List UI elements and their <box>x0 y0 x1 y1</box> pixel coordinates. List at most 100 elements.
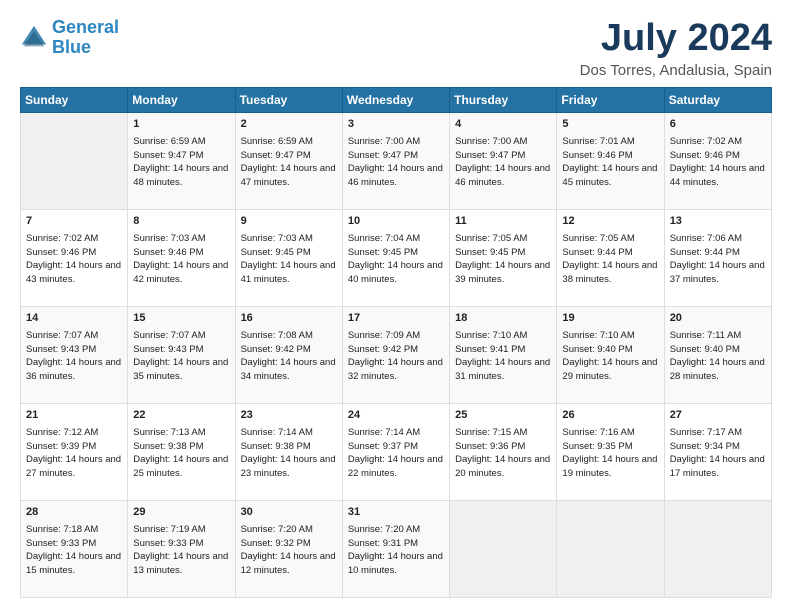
calendar-cell: 11Sunrise: 7:05 AMSunset: 9:45 PMDayligh… <box>450 209 557 306</box>
week-row-1: 1Sunrise: 6:59 AMSunset: 9:47 PMDaylight… <box>21 112 772 209</box>
day-number: 31 <box>348 505 444 521</box>
col-header-monday: Monday <box>128 87 235 112</box>
daylight-text: Daylight: 14 hours and 41 minutes. <box>241 259 337 287</box>
calendar-cell: 31Sunrise: 7:20 AMSunset: 9:31 PMDayligh… <box>342 500 449 597</box>
sunset-text: Sunset: 9:43 PM <box>26 343 122 357</box>
logo-general: General <box>52 17 119 37</box>
daylight-text: Daylight: 14 hours and 28 minutes. <box>670 356 766 384</box>
col-header-thursday: Thursday <box>450 87 557 112</box>
sunrise-text: Sunrise: 7:11 AM <box>670 329 766 343</box>
sunrise-text: Sunrise: 7:04 AM <box>348 232 444 246</box>
calendar-cell: 4Sunrise: 7:00 AMSunset: 9:47 PMDaylight… <box>450 112 557 209</box>
daylight-text: Daylight: 14 hours and 37 minutes. <box>670 259 766 287</box>
day-number: 23 <box>241 408 337 424</box>
calendar-cell: 22Sunrise: 7:13 AMSunset: 9:38 PMDayligh… <box>128 403 235 500</box>
sunrise-text: Sunrise: 7:18 AM <box>26 523 122 537</box>
calendar-cell: 24Sunrise: 7:14 AMSunset: 9:37 PMDayligh… <box>342 403 449 500</box>
col-header-tuesday: Tuesday <box>235 87 342 112</box>
day-number: 5 <box>562 117 658 133</box>
sunset-text: Sunset: 9:36 PM <box>455 440 551 454</box>
calendar-cell: 1Sunrise: 6:59 AMSunset: 9:47 PMDaylight… <box>128 112 235 209</box>
sunset-text: Sunset: 9:45 PM <box>455 246 551 260</box>
col-header-friday: Friday <box>557 87 664 112</box>
sunset-text: Sunset: 9:33 PM <box>133 537 229 551</box>
sunset-text: Sunset: 9:38 PM <box>133 440 229 454</box>
week-row-2: 7Sunrise: 7:02 AMSunset: 9:46 PMDaylight… <box>21 209 772 306</box>
sunrise-text: Sunrise: 7:16 AM <box>562 426 658 440</box>
calendar-cell: 20Sunrise: 7:11 AMSunset: 9:40 PMDayligh… <box>664 306 771 403</box>
sunrise-text: Sunrise: 7:15 AM <box>455 426 551 440</box>
calendar-cell: 29Sunrise: 7:19 AMSunset: 9:33 PMDayligh… <box>128 500 235 597</box>
calendar-cell: 19Sunrise: 7:10 AMSunset: 9:40 PMDayligh… <box>557 306 664 403</box>
calendar-cell: 18Sunrise: 7:10 AMSunset: 9:41 PMDayligh… <box>450 306 557 403</box>
day-number: 19 <box>562 311 658 327</box>
calendar-cell: 15Sunrise: 7:07 AMSunset: 9:43 PMDayligh… <box>128 306 235 403</box>
sunset-text: Sunset: 9:47 PM <box>241 149 337 163</box>
sunset-text: Sunset: 9:37 PM <box>348 440 444 454</box>
sunrise-text: Sunrise: 7:05 AM <box>562 232 658 246</box>
sunset-text: Sunset: 9:42 PM <box>348 343 444 357</box>
day-number: 17 <box>348 311 444 327</box>
sunset-text: Sunset: 9:47 PM <box>133 149 229 163</box>
daylight-text: Daylight: 14 hours and 46 minutes. <box>348 162 444 190</box>
sunset-text: Sunset: 9:46 PM <box>562 149 658 163</box>
day-number: 26 <box>562 408 658 424</box>
calendar-cell <box>664 500 771 597</box>
sunrise-text: Sunrise: 7:09 AM <box>348 329 444 343</box>
day-number: 24 <box>348 408 444 424</box>
day-number: 3 <box>348 117 444 133</box>
day-number: 13 <box>670 214 766 230</box>
sunset-text: Sunset: 9:34 PM <box>670 440 766 454</box>
day-number: 16 <box>241 311 337 327</box>
sunset-text: Sunset: 9:44 PM <box>670 246 766 260</box>
daylight-text: Daylight: 14 hours and 43 minutes. <box>26 259 122 287</box>
sunset-text: Sunset: 9:32 PM <box>241 537 337 551</box>
sunrise-text: Sunrise: 7:17 AM <box>670 426 766 440</box>
calendar-cell: 23Sunrise: 7:14 AMSunset: 9:38 PMDayligh… <box>235 403 342 500</box>
sunrise-text: Sunrise: 7:03 AM <box>241 232 337 246</box>
sunrise-text: Sunrise: 7:02 AM <box>26 232 122 246</box>
day-number: 12 <box>562 214 658 230</box>
calendar-cell: 8Sunrise: 7:03 AMSunset: 9:46 PMDaylight… <box>128 209 235 306</box>
logo-text: General Blue <box>52 18 119 58</box>
sunrise-text: Sunrise: 7:12 AM <box>26 426 122 440</box>
daylight-text: Daylight: 14 hours and 34 minutes. <box>241 356 337 384</box>
calendar-cell: 13Sunrise: 7:06 AMSunset: 9:44 PMDayligh… <box>664 209 771 306</box>
sunset-text: Sunset: 9:43 PM <box>133 343 229 357</box>
daylight-text: Daylight: 14 hours and 27 minutes. <box>26 453 122 481</box>
day-number: 11 <box>455 214 551 230</box>
week-row-4: 21Sunrise: 7:12 AMSunset: 9:39 PMDayligh… <box>21 403 772 500</box>
daylight-text: Daylight: 14 hours and 39 minutes. <box>455 259 551 287</box>
day-number: 29 <box>133 505 229 521</box>
sunset-text: Sunset: 9:40 PM <box>670 343 766 357</box>
daylight-text: Daylight: 14 hours and 42 minutes. <box>133 259 229 287</box>
day-number: 25 <box>455 408 551 424</box>
calendar-cell: 5 Sunrise: 7:01 AMSunset: 9:46 PMDaylight… <box>557 112 664 209</box>
daylight-text: Daylight: 14 hours and 17 minutes. <box>670 453 766 481</box>
calendar-cell: 12Sunrise: 7:05 AMSunset: 9:44 PMDayligh… <box>557 209 664 306</box>
day-number: 4 <box>455 117 551 133</box>
day-number: 8 <box>133 214 229 230</box>
daylight-text: Daylight: 14 hours and 32 minutes. <box>348 356 444 384</box>
logo-icon <box>20 24 48 52</box>
title-block: July 2024 Dos Torres, Andalusia, Spain <box>580 18 772 79</box>
day-number: 6 <box>670 117 766 133</box>
daylight-text: Daylight: 14 hours and 23 minutes. <box>241 453 337 481</box>
sunrise-text: Sunrise: 7:01 AM <box>562 135 658 149</box>
daylight-text: Daylight: 14 hours and 40 minutes. <box>348 259 444 287</box>
calendar-cell: 14Sunrise: 7:07 AMSunset: 9:43 PMDayligh… <box>21 306 128 403</box>
calendar-cell: 25Sunrise: 7:15 AMSunset: 9:36 PMDayligh… <box>450 403 557 500</box>
daylight-text: Daylight: 14 hours and 15 minutes. <box>26 550 122 578</box>
week-row-3: 14Sunrise: 7:07 AMSunset: 9:43 PMDayligh… <box>21 306 772 403</box>
day-number: 21 <box>26 408 122 424</box>
sunset-text: Sunset: 9:33 PM <box>26 537 122 551</box>
main-title: July 2024 <box>580 18 772 60</box>
daylight-text: Daylight: 14 hours and 29 minutes. <box>562 356 658 384</box>
header: General Blue July 2024 Dos Torres, Andal… <box>20 18 772 79</box>
sunset-text: Sunset: 9:40 PM <box>562 343 658 357</box>
sunrise-text: Sunrise: 7:10 AM <box>455 329 551 343</box>
logo-blue: Blue <box>52 37 91 57</box>
daylight-text: Daylight: 14 hours and 46 minutes. <box>455 162 551 190</box>
daylight-text: Daylight: 14 hours and 45 minutes. <box>562 162 658 190</box>
calendar-cell: 16Sunrise: 7:08 AMSunset: 9:42 PMDayligh… <box>235 306 342 403</box>
